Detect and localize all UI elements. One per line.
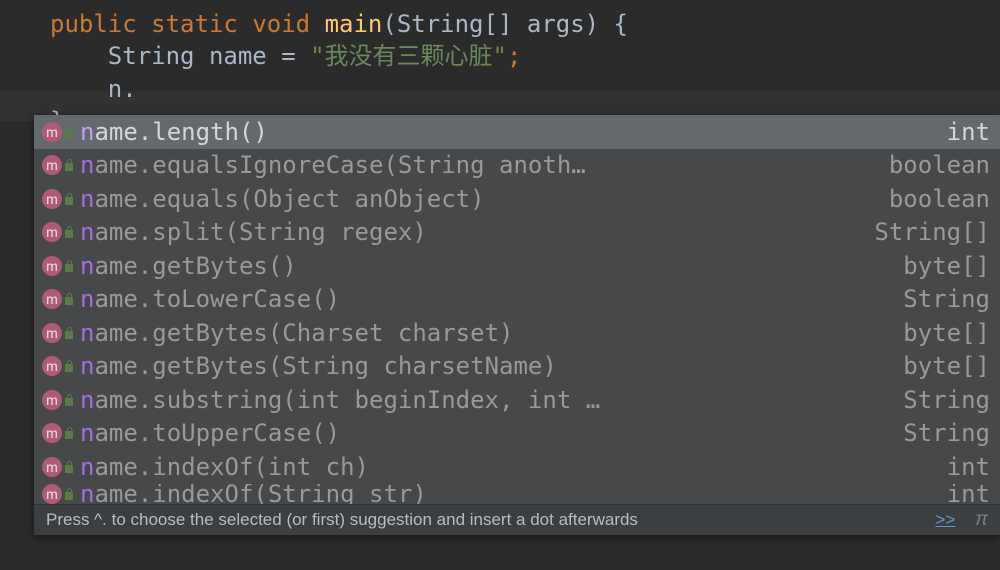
- footer-hint: Press ^. to choose the selected (or firs…: [46, 510, 935, 530]
- method-icon: m: [42, 356, 62, 376]
- item-return-type: String[]: [874, 218, 990, 246]
- autocomplete-item[interactable]: m name.toLowerCase() String: [34, 283, 1000, 317]
- method-icon: m: [42, 390, 62, 410]
- line3-dot: .: [122, 75, 136, 103]
- lock-icon: [64, 426, 74, 440]
- autocomplete-list[interactable]: m name.length() int m name.equalsIgnoreCase(…: [34, 115, 1000, 504]
- lock-icon: [64, 487, 74, 501]
- autocomplete-item[interactable]: m name.indexOf(String str) int: [34, 484, 1000, 504]
- item-icon-wrap: m: [42, 356, 74, 376]
- item-label: name.toLowerCase(): [80, 285, 885, 313]
- item-icon-wrap: m: [42, 155, 74, 175]
- method-name: main: [325, 10, 383, 38]
- item-return-type: byte[]: [903, 319, 990, 347]
- method-icon: m: [42, 155, 62, 175]
- autocomplete-item[interactable]: m name.length() int: [34, 115, 1000, 149]
- item-icon-wrap: m: [42, 390, 74, 410]
- item-icon-wrap: m: [42, 484, 74, 504]
- autocomplete-item[interactable]: m name.substring(int beginIndex, int … Str…: [34, 383, 1000, 417]
- item-icon-wrap: m: [42, 222, 74, 242]
- lock-icon: [64, 225, 74, 239]
- method-icon: m: [42, 457, 62, 477]
- item-icon-wrap: m: [42, 457, 74, 477]
- item-return-type: byte[]: [903, 352, 990, 380]
- lock-icon: [64, 393, 74, 407]
- item-label: name.equals(Object anObject): [80, 185, 871, 213]
- autocomplete-item[interactable]: m name.getBytes() byte[]: [34, 249, 1000, 283]
- line3-ident: n: [50, 75, 122, 103]
- item-icon-wrap: m: [42, 289, 74, 309]
- keyword-public: public: [50, 10, 137, 38]
- autocomplete-item[interactable]: m name.equals(Object anObject) boolean: [34, 182, 1000, 216]
- item-return-type: String: [903, 386, 990, 414]
- item-label: name.getBytes(): [80, 252, 885, 280]
- next-tip-link[interactable]: >>: [935, 510, 955, 530]
- keyword-void: void: [252, 10, 310, 38]
- item-label: name.split(String regex): [80, 218, 856, 246]
- item-return-type: int: [947, 453, 990, 481]
- lock-icon: [64, 158, 74, 172]
- autocomplete-footer: Press ^. to choose the selected (or firs…: [34, 504, 1000, 535]
- code-line-3: n.: [50, 73, 1000, 105]
- method-icon: m: [42, 323, 62, 343]
- method-icon: m: [42, 189, 62, 209]
- lock-icon: [64, 125, 74, 139]
- item-label: name.toUpperCase(): [80, 419, 885, 447]
- lock-icon: [64, 292, 74, 306]
- item-icon-wrap: m: [42, 256, 74, 276]
- line2-indent: String name =: [50, 42, 310, 70]
- item-label: name.getBytes(String charsetName): [80, 352, 885, 380]
- pi-icon[interactable]: π: [975, 509, 988, 531]
- lock-icon: [64, 259, 74, 273]
- autocomplete-popup: m name.length() int m name.equalsIgnoreCase(…: [34, 115, 1000, 535]
- method-icon: m: [42, 256, 62, 276]
- method-icon: m: [42, 484, 62, 504]
- item-return-type: byte[]: [903, 252, 990, 280]
- method-icon: m: [42, 289, 62, 309]
- autocomplete-item[interactable]: m name.equalsIgnoreCase(String anoth… bool…: [34, 149, 1000, 183]
- item-return-type: int: [947, 484, 990, 504]
- lock-icon: [64, 460, 74, 474]
- code-line-1: public static void main(String[] args) {: [50, 8, 1000, 40]
- autocomplete-item[interactable]: m name.indexOf(int ch) int: [34, 450, 1000, 484]
- method-icon: m: [42, 122, 62, 142]
- lock-icon: [64, 326, 74, 340]
- paren-open: (: [382, 10, 396, 38]
- keyword-static: static: [151, 10, 238, 38]
- params-rest: [] args) {: [484, 10, 629, 38]
- autocomplete-item[interactable]: m name.getBytes(Charset charset) byte[]: [34, 316, 1000, 350]
- item-return-type: int: [947, 118, 990, 146]
- param-type: String: [397, 10, 484, 38]
- lock-icon: [64, 359, 74, 373]
- code-line-2: String name = "我没有三颗心脏";: [50, 40, 1000, 72]
- item-label: name.indexOf(String str): [80, 484, 929, 504]
- semicolon: ;: [507, 42, 521, 70]
- method-icon: m: [42, 423, 62, 443]
- item-icon-wrap: m: [42, 423, 74, 443]
- method-icon: m: [42, 222, 62, 242]
- item-icon-wrap: m: [42, 323, 74, 343]
- autocomplete-item[interactable]: m name.toUpperCase() String: [34, 417, 1000, 451]
- lock-icon: [64, 192, 74, 206]
- item-return-type: boolean: [889, 185, 990, 213]
- item-return-type: String: [903, 419, 990, 447]
- item-label: name.substring(int beginIndex, int …: [80, 386, 885, 414]
- string-literal: "我没有三颗心脏": [310, 42, 507, 70]
- item-label: name.indexOf(int ch): [80, 453, 929, 481]
- autocomplete-item[interactable]: m name.getBytes(String charsetName) byte[]: [34, 350, 1000, 384]
- item-label: name.equalsIgnoreCase(String anoth…: [80, 151, 871, 179]
- item-return-type: boolean: [889, 151, 990, 179]
- item-icon-wrap: m: [42, 189, 74, 209]
- item-return-type: String: [903, 285, 990, 313]
- autocomplete-item[interactable]: m name.split(String regex) String[]: [34, 216, 1000, 250]
- item-icon-wrap: m: [42, 122, 74, 142]
- item-label: name.getBytes(Charset charset): [80, 319, 885, 347]
- item-label: name.length(): [80, 118, 929, 146]
